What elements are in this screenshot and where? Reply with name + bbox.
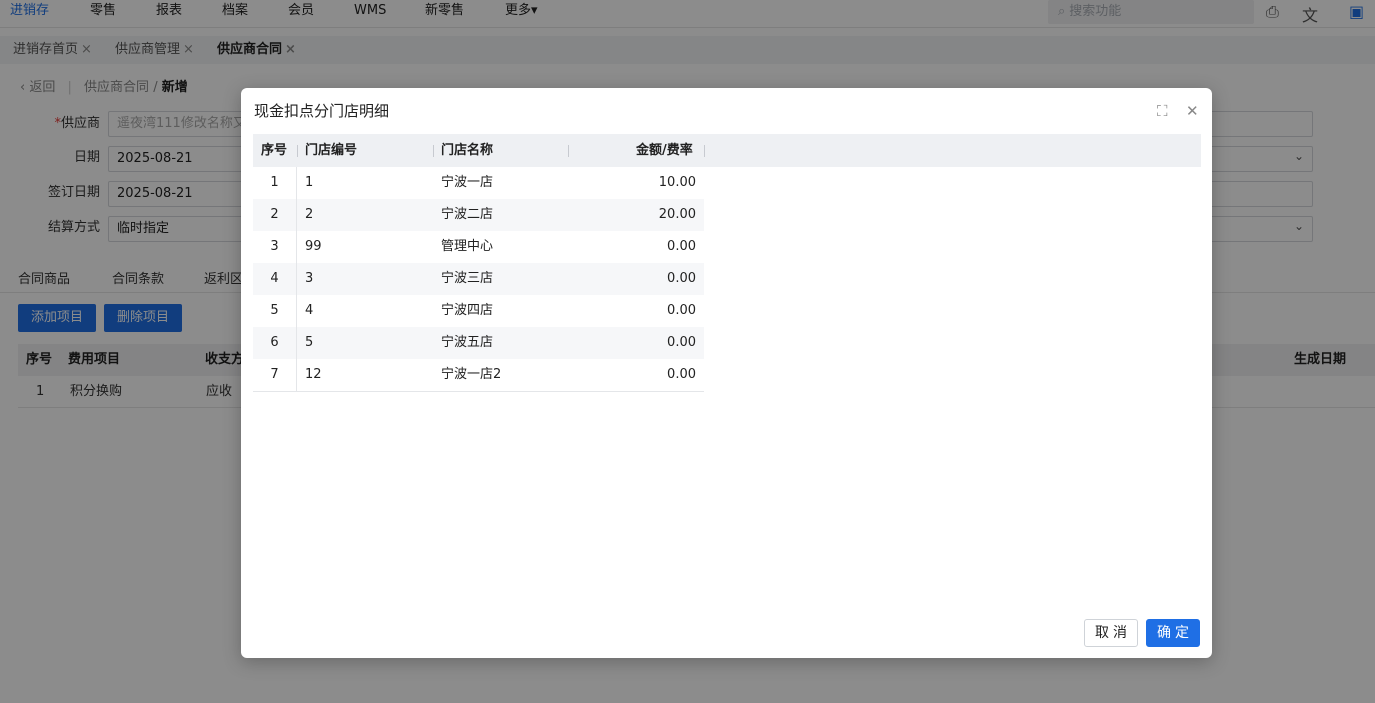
cell-store-name: 宁波一店2 xyxy=(441,367,502,382)
cell-seq: 2 xyxy=(253,199,297,231)
cell-store-name: 宁波五店 xyxy=(441,335,494,350)
table-row[interactable]: 5 4 宁波四店 0.00 xyxy=(253,295,704,327)
cell-store-name: 宁波三店 xyxy=(441,271,494,286)
cell-seq: 5 xyxy=(253,295,297,327)
column-header: 门店编号 xyxy=(305,143,358,158)
cell-seq: 6 xyxy=(253,327,297,359)
cell-amount[interactable]: 0.00 xyxy=(667,231,696,263)
cancel-button[interactable]: 取消 xyxy=(1084,619,1138,647)
close-icon[interactable]: ✕ xyxy=(1186,100,1199,122)
cell-seq: 1 xyxy=(253,167,297,199)
maximize-icon[interactable]: ⛶ xyxy=(1157,100,1168,122)
cell-store-code: 3 xyxy=(305,271,314,286)
cell-seq: 7 xyxy=(253,359,297,391)
table-row[interactable]: 7 12 宁波一店2 0.00 xyxy=(253,359,704,391)
cell-amount[interactable]: 0.00 xyxy=(667,327,696,359)
cell-amount[interactable]: 0.00 xyxy=(667,295,696,327)
divider xyxy=(297,145,298,157)
column-header: 门店名称 xyxy=(441,143,494,158)
store-detail-dialog: 现金扣点分门店明细 ⛶ ✕ 序号 门店编号 门店名称 金额/费率 1 1 宁波一… xyxy=(241,88,1212,658)
cell-store-code: 12 xyxy=(305,367,322,382)
cell-amount[interactable]: 0.00 xyxy=(667,263,696,295)
cell-store-code: 99 xyxy=(305,239,322,254)
cell-store-name: 宁波二店 xyxy=(441,207,494,222)
table-row[interactable]: 1 1 宁波一店 10.00 xyxy=(253,167,704,199)
cell-store-name: 管理中心 xyxy=(441,239,494,254)
cell-amount[interactable]: 0.00 xyxy=(667,359,696,391)
column-header: 金额/费率 xyxy=(636,143,693,158)
cell-amount[interactable]: 20.00 xyxy=(659,199,696,231)
confirm-button[interactable]: 确定 xyxy=(1146,619,1200,647)
table-row[interactable]: 4 3 宁波三店 0.00 xyxy=(253,263,704,295)
cell-seq: 4 xyxy=(253,263,297,295)
column-header: 序号 xyxy=(261,143,288,158)
cell-amount[interactable]: 10.00 xyxy=(659,167,696,199)
divider xyxy=(704,145,705,157)
cell-store-code: 4 xyxy=(305,303,314,318)
dialog-title: 现金扣点分门店明细 xyxy=(254,102,390,120)
cell-store-code: 1 xyxy=(305,175,314,190)
cell-store-code: 5 xyxy=(305,335,314,350)
table-row[interactable]: 3 99 管理中心 0.00 xyxy=(253,231,704,263)
table-row[interactable]: 2 2 宁波二店 20.00 xyxy=(253,199,704,231)
store-table-header: 序号 门店编号 门店名称 金额/费率 xyxy=(253,134,1201,167)
table-row[interactable]: 6 5 宁波五店 0.00 xyxy=(253,327,704,359)
cell-store-name: 宁波四店 xyxy=(441,303,494,318)
divider xyxy=(568,145,569,157)
cell-store-code: 2 xyxy=(305,207,314,222)
cell-store-name: 宁波一店 xyxy=(441,175,494,190)
divider xyxy=(433,145,434,157)
store-table: 序号 门店编号 门店名称 金额/费率 1 1 宁波一店 10.00 2 2 宁波… xyxy=(253,134,1201,392)
cell-seq: 3 xyxy=(253,231,297,263)
divider xyxy=(253,391,704,392)
